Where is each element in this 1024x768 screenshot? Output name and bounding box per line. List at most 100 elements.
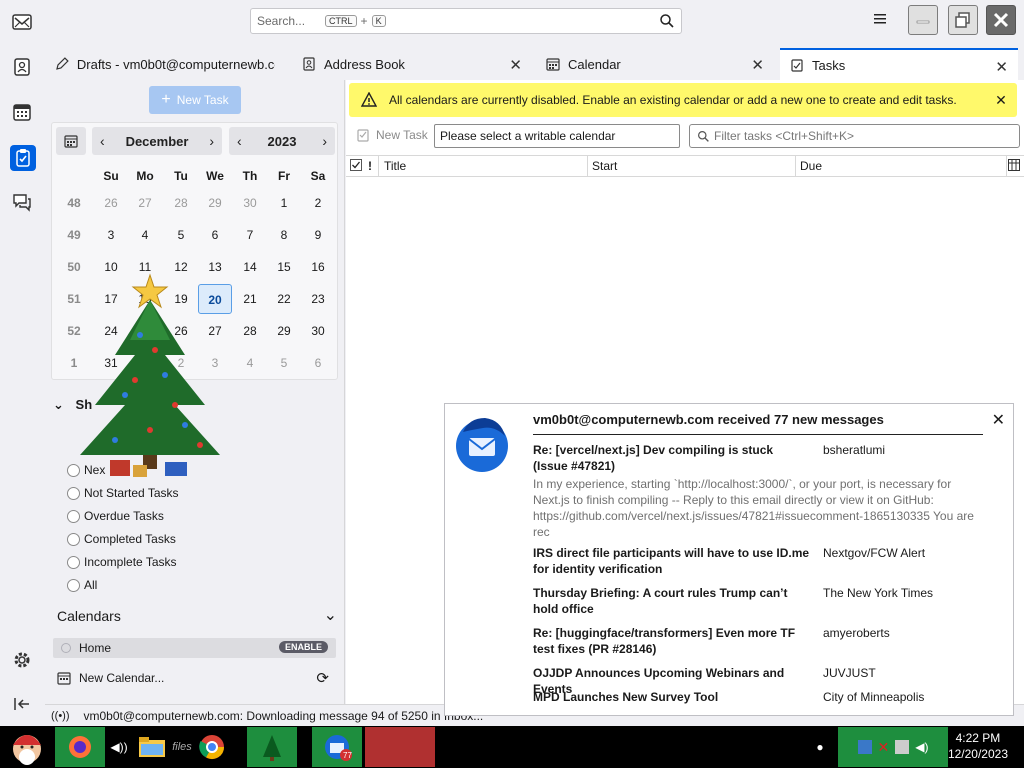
tab-address-book[interactable]: Address Book ✕ — [292, 48, 532, 80]
message-item[interactable]: IRS direct file participants will have t… — [533, 545, 1003, 579]
calendar-day[interactable]: 3 — [94, 220, 128, 250]
calendar-day[interactable]: 1 — [267, 188, 301, 218]
tab-close-icon[interactable]: ✕ — [995, 58, 1008, 76]
thunderbird-taskbar-button[interactable]: 77 — [312, 727, 362, 767]
column-picker-icon[interactable] — [1008, 159, 1020, 174]
calendar-day[interactable]: 6 — [198, 220, 232, 250]
message-item[interactable]: Thursday Briefing: A court rules Trump c… — [533, 585, 1003, 619]
close-icon[interactable]: ✕ — [992, 410, 1005, 430]
calendar-day[interactable]: 16 — [301, 252, 335, 282]
calendar-day[interactable]: 26 — [94, 188, 128, 218]
collapse-spaces-icon[interactable] — [10, 692, 34, 716]
volume-icon[interactable]: ◀) — [915, 740, 928, 754]
completed-column-checkbox[interactable] — [350, 159, 362, 174]
volume-tray-icon[interactable]: ◀)) — [106, 727, 132, 767]
address-book-icon[interactable] — [10, 55, 34, 79]
radio-button[interactable] — [67, 532, 80, 546]
radio-button[interactable] — [67, 486, 80, 500]
calendar-select[interactable]: Please select a writable calendar — [434, 124, 680, 148]
calendar-day[interactable]: 6 — [301, 348, 335, 378]
new-task-inline-button[interactable]: New Task — [356, 128, 428, 142]
online-status-icon[interactable]: ((•)) — [51, 710, 70, 722]
tab-drafts[interactable]: Drafts - vm0b0t@computernewb.com — [45, 48, 285, 80]
calendar-day[interactable]: 28 — [164, 188, 198, 218]
refresh-icon[interactable]: ⟳ — [316, 669, 329, 687]
calendar-icon[interactable] — [10, 100, 34, 124]
column-separator[interactable] — [378, 156, 379, 176]
tray-app-icon[interactable] — [857, 740, 872, 754]
calendar-day[interactable]: 8 — [267, 220, 301, 250]
filter-all[interactable]: All — [67, 575, 97, 595]
calendar-day[interactable]: 29 — [198, 188, 232, 218]
calendar-day[interactable]: 22 — [267, 284, 301, 314]
tree-taskbar-button[interactable] — [247, 727, 297, 767]
message-item[interactable]: Re: [vercel/next.js] Dev compiling is st… — [533, 442, 1003, 562]
start-column[interactable]: Start — [592, 159, 617, 173]
calendar-day[interactable]: 30 — [233, 188, 267, 218]
calendar-day[interactable]: 5 — [164, 220, 198, 250]
calendar-item-home[interactable]: Home ENABLE — [53, 638, 336, 658]
new-calendar-button[interactable]: New Calendar... ⟳ — [57, 668, 337, 688]
calendar-day[interactable]: 15 — [267, 252, 301, 282]
next-month-icon[interactable]: › — [209, 133, 214, 149]
prev-month-icon[interactable]: ‹ — [100, 133, 105, 149]
active-window-taskbar-button[interactable] — [365, 727, 435, 767]
message-item[interactable]: Re: [huggingface/transformers] Even more… — [533, 625, 1003, 659]
file-explorer-taskbar-button[interactable] — [132, 727, 172, 767]
radio-button[interactable] — [67, 578, 80, 592]
calendars-section-header[interactable]: Calendars ⌄ — [57, 607, 337, 628]
calendar-day[interactable]: 7 — [233, 220, 267, 250]
due-column[interactable]: Due — [800, 159, 822, 173]
start-button[interactable] — [2, 727, 52, 767]
filter-not-started[interactable]: Not Started Tasks — [67, 483, 179, 503]
tab-close-icon[interactable]: ✕ — [751, 56, 764, 74]
priority-column[interactable]: ! — [368, 159, 372, 173]
tab-calendar[interactable]: Calendar ✕ — [536, 48, 774, 80]
radio-button[interactable] — [67, 509, 80, 523]
message-item[interactable]: MPD Launches New Survey Tool City of Min… — [533, 689, 1003, 707]
firefox-taskbar-button[interactable] — [55, 727, 105, 767]
column-separator[interactable] — [587, 156, 588, 176]
radio-button[interactable] — [67, 555, 80, 569]
search-input[interactable]: Search... CTRL + K — [250, 8, 682, 34]
title-column[interactable]: Title — [384, 159, 406, 173]
new-mail-notification[interactable]: vm0b0t@computernewb.com received 77 new … — [444, 403, 1014, 716]
calendar-day[interactable]: 4 — [128, 220, 162, 250]
tab-close-icon[interactable]: ✕ — [509, 56, 522, 74]
tab-tasks[interactable]: Tasks ✕ — [780, 48, 1018, 80]
calendar-day[interactable]: 2 — [301, 188, 335, 218]
network-icon[interactable] — [895, 740, 910, 754]
enable-calendar-button[interactable]: ENABLE — [278, 641, 328, 653]
settings-gear-icon[interactable] — [10, 648, 34, 672]
search-icon[interactable] — [659, 13, 675, 32]
calendar-day[interactable]: 30 — [301, 316, 335, 346]
chat-icon[interactable] — [10, 190, 34, 214]
tasks-icon[interactable] — [10, 145, 36, 171]
column-separator[interactable] — [795, 156, 796, 176]
system-tray[interactable]: ✕ ◀) — [838, 727, 948, 767]
prev-year-icon[interactable]: ‹ — [237, 133, 242, 149]
calendar-day[interactable]: 5 — [267, 348, 301, 378]
clock[interactable]: 4:22 PM 12/20/2023 — [948, 730, 1008, 762]
calendar-day[interactable]: 27 — [128, 188, 162, 218]
chrome-taskbar-button[interactable] — [192, 727, 232, 767]
new-task-button[interactable]: + New Task — [149, 86, 241, 114]
restore-button[interactable] — [948, 5, 978, 35]
filter-overdue[interactable]: Overdue Tasks — [67, 506, 164, 526]
calendar-grid-icon[interactable] — [56, 127, 86, 155]
tray-close-icon[interactable]: ✕ — [878, 739, 890, 756]
calendar-day[interactable]: 9 — [301, 220, 335, 250]
calendar-day[interactable]: 29 — [267, 316, 301, 346]
filter-tasks-input[interactable]: Filter tasks <Ctrl+Shift+K> — [689, 124, 1020, 148]
app-menu-icon[interactable] — [872, 12, 892, 30]
minimize-button[interactable] — [908, 5, 938, 35]
calendar-day[interactable]: 23 — [301, 284, 335, 314]
filter-incomplete[interactable]: Incomplete Tasks — [67, 552, 177, 572]
column-separator[interactable] — [1006, 156, 1007, 176]
close-icon[interactable]: ✕ — [991, 90, 1011, 110]
mail-icon[interactable] — [10, 10, 34, 34]
next-year-icon[interactable]: › — [322, 133, 327, 149]
message-item[interactable]: OJJDP Announces Upcoming Webinars and Ev… — [533, 665, 1003, 696]
close-window-button[interactable] — [986, 5, 1016, 35]
filter-completed[interactable]: Completed Tasks — [67, 529, 176, 549]
